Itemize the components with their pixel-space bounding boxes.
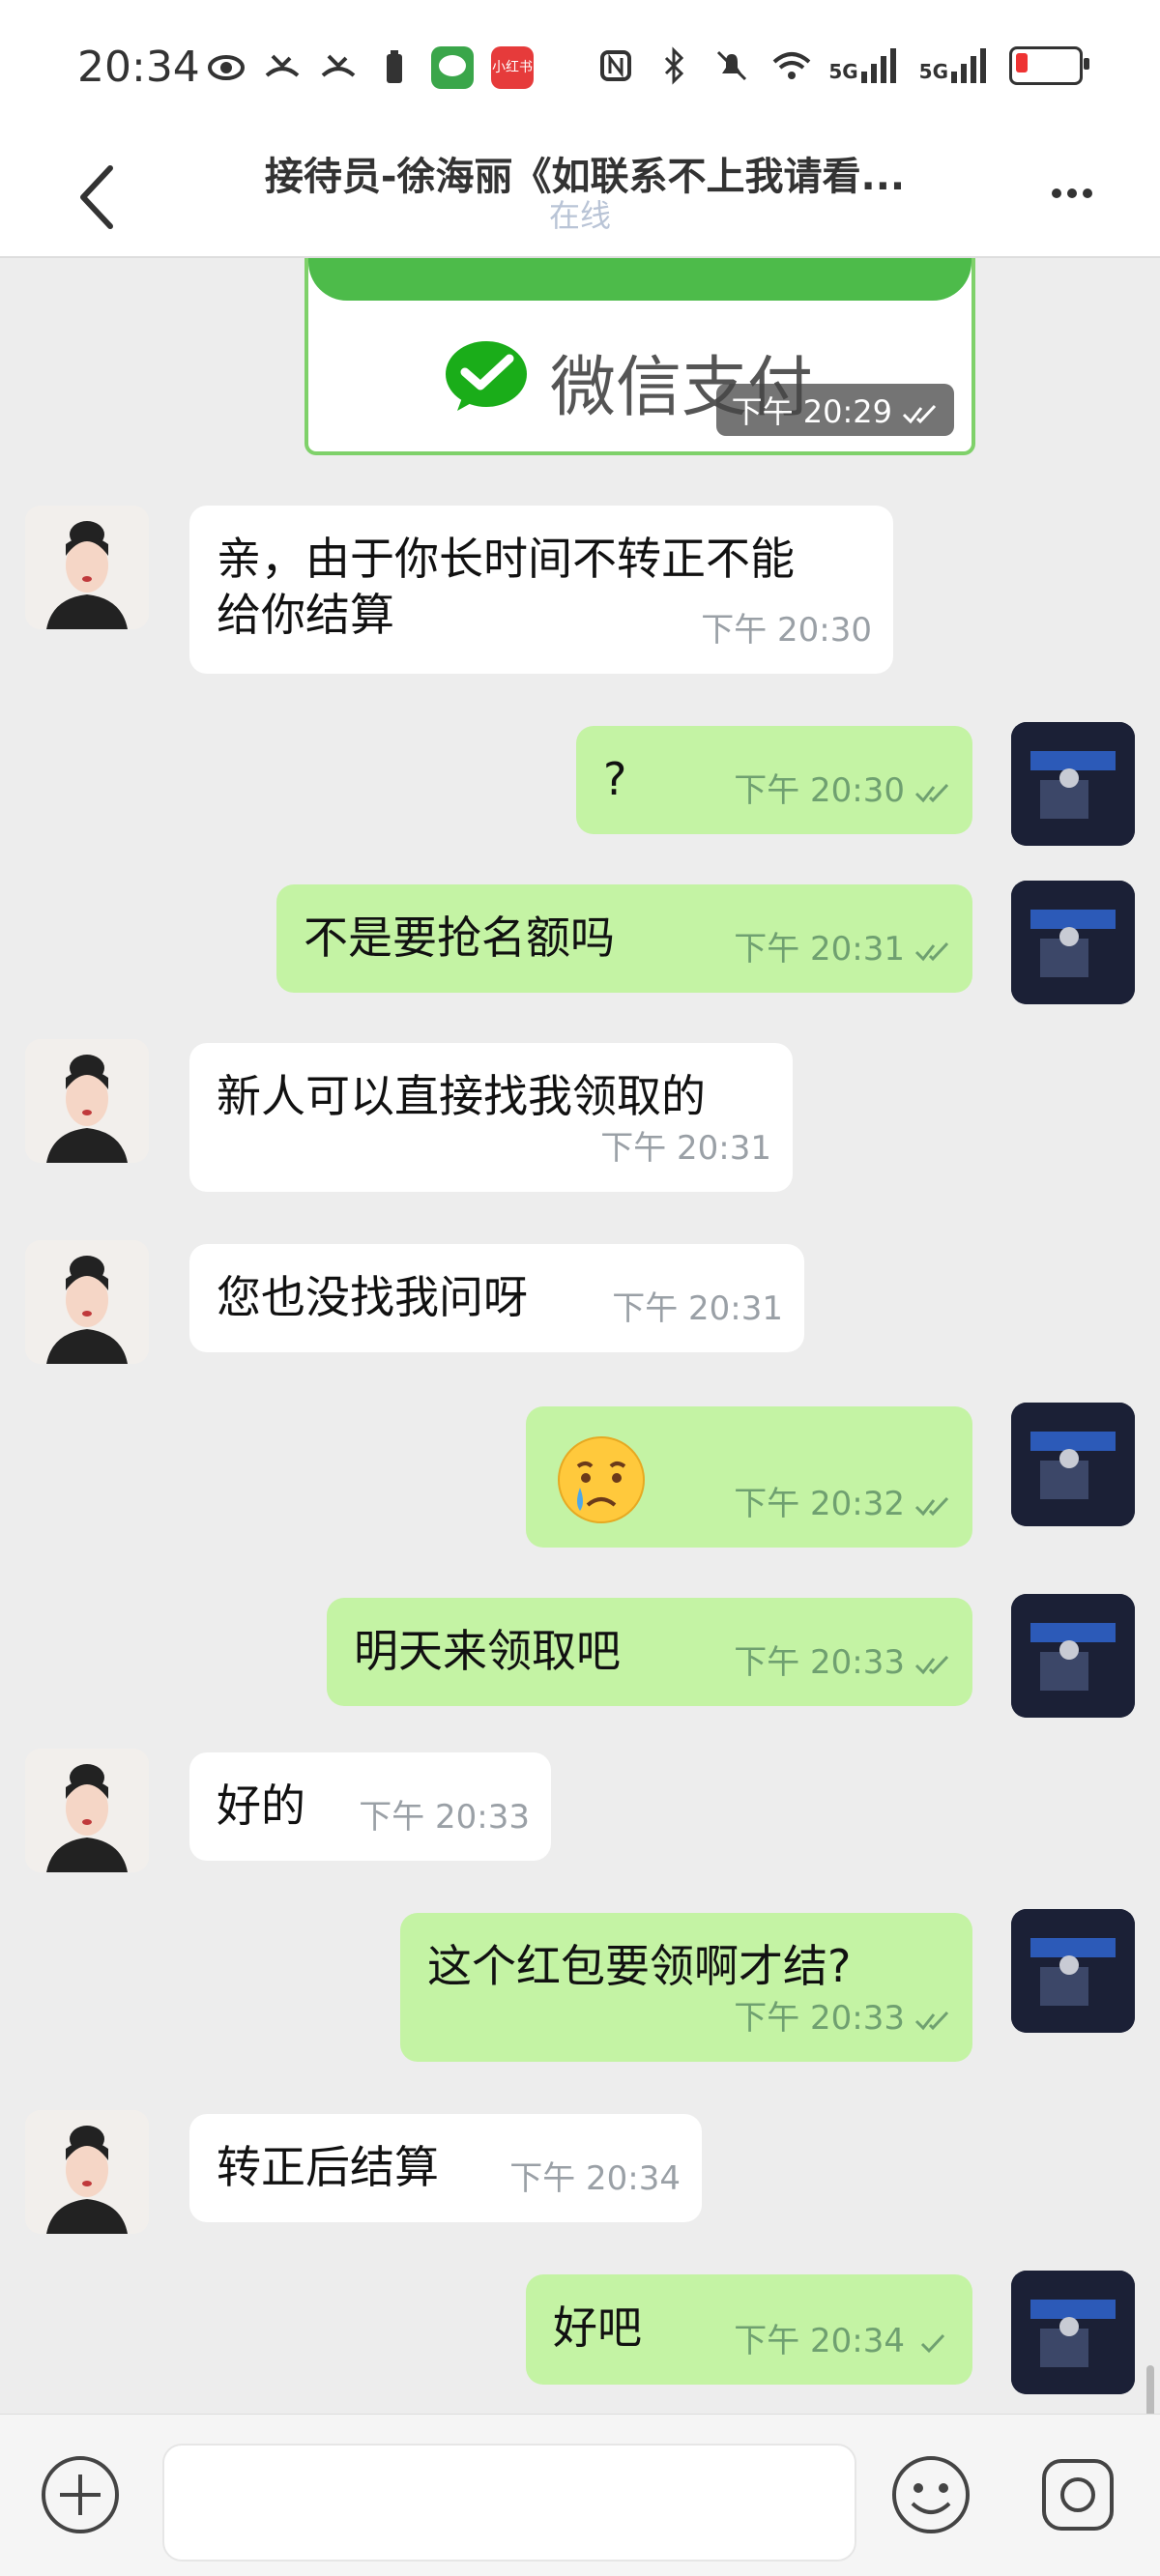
message-text: 这个红包要领啊才结? [427,1940,852,1992]
contact-avatar[interactable] [25,1240,149,1364]
message-input[interactable] [162,2444,856,2562]
wechat-pay-logo-icon [446,341,527,411]
my-avatar[interactable] [1011,1909,1135,2033]
outgoing-message[interactable]: 这个红包要领啊才结? 下午 20:33 [400,1913,972,2062]
battery-saver-icon [375,48,414,87]
message-time: 下午 20:31 [600,1129,771,1168]
status-bar: 20:34 小红书 5G 5G [0,0,1160,145]
message-time: 下午 20:31 [612,1289,783,1328]
more-dots-icon [1052,188,1061,198]
message-time: 下午 20:33 [734,1635,951,1691]
wechat-app-icon [431,46,474,89]
crying-face-emoji-icon [558,1436,645,1523]
online-status: 在线 [548,197,611,234]
incoming-message[interactable]: 亲，由于你长时间不转正不能 给你结算 下午 20:30 [189,506,893,674]
incoming-message[interactable]: 转正后结算 下午 20:34 [189,2114,702,2222]
eye-icon [207,48,246,87]
incoming-message[interactable]: 您也没找我问呀 下午 20:31 [189,1244,804,1352]
attach-button[interactable] [39,2453,122,2536]
message-time: 下午 20:33 [359,1798,530,1837]
plus-icon [42,2456,119,2533]
my-avatar[interactable] [1011,1594,1135,1718]
status-time: 20:34 [77,43,200,92]
double-check-icon [914,1496,949,1516]
missed-call-icon [263,48,302,87]
my-avatar[interactable] [1011,2271,1135,2394]
notification-icons: 小红书 [207,46,534,89]
message-time: 下午 20:30 [701,611,872,650]
message-text: 亲，由于你长时间不转正不能 [217,533,795,585]
bluetooth-icon [654,46,693,85]
scrollbar[interactable] [1146,2365,1154,2414]
message-time: 下午 20:33 [734,1990,951,2046]
nfc-icon [596,46,635,85]
my-avatar[interactable] [1011,722,1135,846]
single-check-icon [920,2333,945,2353]
wechat-pay-card[interactable]: 微信支付 下午 20:29 [304,258,975,455]
contact-avatar[interactable] [25,506,149,629]
xiaohongshu-app-icon: 小红书 [491,46,534,89]
message-composer [0,2414,1160,2576]
outgoing-message[interactable]: 下午 20:32 [526,1406,972,1548]
camera-icon [1042,2459,1114,2531]
mute-icon [712,46,751,85]
message-time: 下午 20:34 [734,2313,951,2369]
message-list[interactable]: 微信支付 下午 20:29 亲，由于你长时间不转正不能 给你结算 下午 20:3… [0,258,1160,2414]
contact-avatar[interactable] [25,1039,149,1163]
signal-1: 5G [828,48,899,83]
message-time: 下午 20:29 [715,384,954,436]
chat-header: 接待员-徐海丽《如联系不上我请看... 在线 [0,145,1160,258]
incoming-message[interactable]: 新人可以直接找我领取的 下午 20:31 [189,1043,793,1192]
signal-2: 5G [919,48,990,83]
missed-call-icon [319,48,358,87]
system-icons: 5G 5G [596,46,1089,85]
my-avatar[interactable] [1011,1403,1135,1526]
contact-avatar[interactable] [25,2110,149,2234]
wifi-icon [770,46,811,85]
emoji-button[interactable] [889,2453,972,2536]
message-text: 新人可以直接找我领取的 [217,1070,706,1122]
incoming-message[interactable]: 好的 下午 20:33 [189,1752,551,1861]
double-check-icon [914,1655,949,1674]
outgoing-message[interactable]: ? 下午 20:30 [576,726,972,834]
double-check-icon [914,2011,949,2030]
message-time: 下午 20:34 [509,2159,681,2198]
outgoing-message[interactable]: 明天来领取吧 下午 20:33 [327,1598,972,1706]
outgoing-message[interactable]: 不是要抢名额吗 下午 20:31 [276,884,972,993]
more-options-button[interactable] [1052,184,1110,203]
double-check-icon [914,941,949,961]
my-avatar[interactable] [1011,881,1135,1004]
double-check-icon [914,783,949,802]
contact-avatar[interactable] [25,1749,149,1872]
camera-button[interactable] [1036,2453,1119,2536]
emoji-icon [892,2456,970,2533]
battery-icon [1009,46,1089,85]
message-time: 下午 20:30 [734,763,951,819]
outgoing-message[interactable]: 好吧 下午 20:34 [526,2274,972,2385]
message-time: 下午 20:31 [734,921,951,977]
message-time: 下午 20:32 [734,1476,951,1532]
